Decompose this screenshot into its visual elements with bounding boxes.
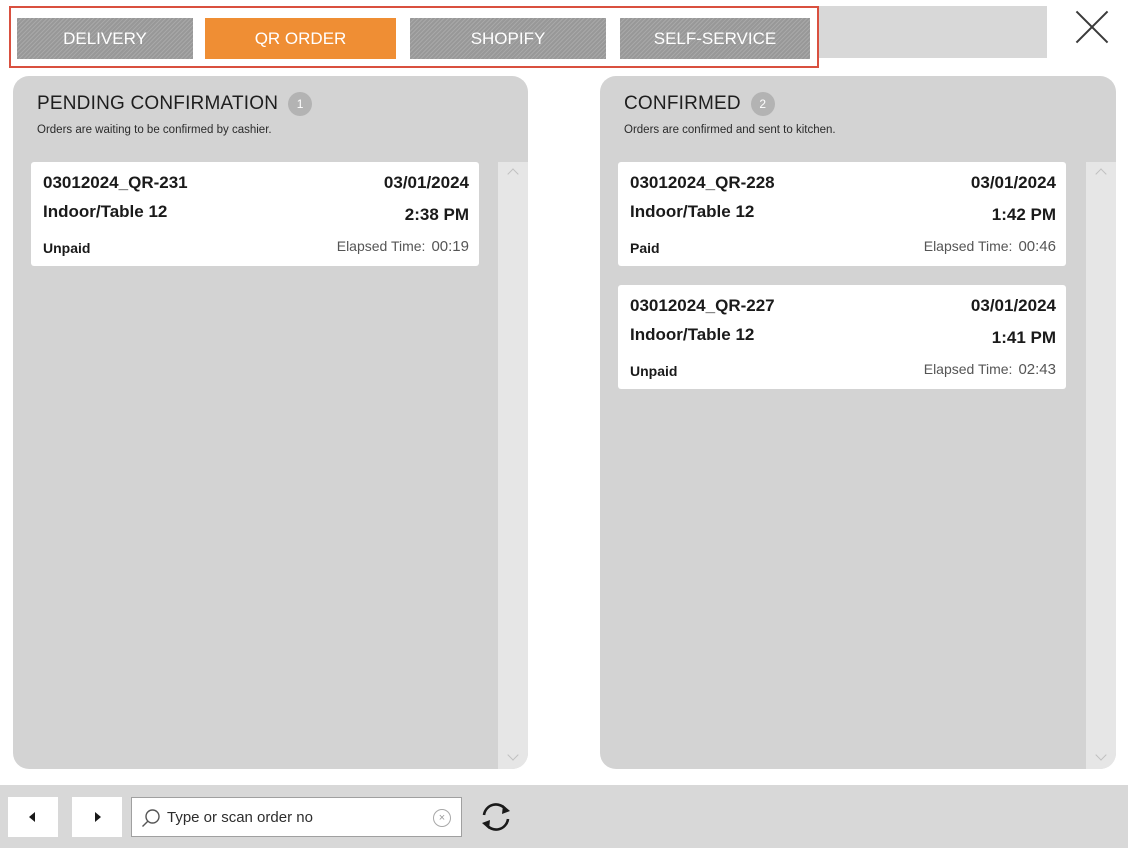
scroll-down-icon[interactable] — [507, 749, 519, 761]
elapsed-label: Elapsed Time: — [336, 238, 426, 254]
tab-delivery-label: DELIVERY — [63, 28, 147, 48]
order-number: 03012024_QR-231 — [43, 173, 188, 192]
order-card[interactable]: 03012024_QR-231 03/01/2024 Indoor/Table … — [31, 162, 479, 266]
bottom-bar: × — [0, 785, 1128, 848]
top-bar: DELIVERY QR ORDER SHOPIFY SELF-SERVICE — [0, 0, 1128, 70]
tab-self-service[interactable]: SELF-SERVICE — [620, 18, 810, 59]
elapsed-value: 02:43 — [1018, 361, 1056, 378]
topbar-filler — [819, 6, 1047, 58]
pending-count-badge: 1 — [288, 92, 313, 116]
order-time: 1:42 PM — [991, 205, 1056, 224]
confirmed-title-text: CONFIRMED — [624, 93, 741, 114]
order-date: 03/01/2024 — [383, 173, 469, 192]
search-input[interactable] — [167, 803, 417, 831]
order-card[interactable]: 03012024_QR-227 03/01/2024 Indoor/Table … — [618, 285, 1066, 389]
refresh-icon[interactable] — [478, 801, 514, 833]
payment-status: Paid — [630, 240, 660, 256]
confirmed-count-badge: 2 — [750, 92, 775, 116]
order-time: 2:38 PM — [404, 205, 469, 224]
clear-icon[interactable]: × — [433, 809, 451, 827]
pending-title: PENDING CONFIRMATION 1 — [37, 92, 313, 116]
elapsed-value: 00:19 — [431, 238, 469, 255]
order-date: 03/01/2024 — [970, 296, 1056, 315]
scroll-up-icon[interactable] — [1095, 168, 1107, 180]
elapsed-label: Elapsed Time: — [923, 238, 1013, 254]
caret-left-icon — [29, 812, 35, 822]
elapsed-time: Elapsed Time: 00:19 — [337, 238, 469, 255]
confirmed-panel: CONFIRMED 2 Orders are confirmed and sen… — [600, 76, 1116, 769]
order-card[interactable]: 03012024_QR-228 03/01/2024 Indoor/Table … — [618, 162, 1066, 266]
search-icon — [142, 809, 160, 827]
scroll-down-icon[interactable] — [1095, 749, 1107, 761]
payment-status: Unpaid — [630, 363, 678, 379]
elapsed-value: 00:46 — [1018, 238, 1056, 255]
pending-confirmation-panel: PENDING CONFIRMATION 1 Orders are waitin… — [13, 76, 528, 769]
pending-title-text: PENDING CONFIRMATION — [37, 93, 279, 114]
pending-subtitle: Orders are waiting to be confirmed by ca… — [37, 124, 272, 136]
caret-right-icon — [95, 812, 101, 822]
next-button[interactable] — [72, 797, 122, 837]
tab-qr-order[interactable]: QR ORDER — [205, 18, 396, 59]
tab-shopify[interactable]: SHOPIFY — [410, 18, 606, 59]
order-search-box[interactable]: × — [131, 797, 462, 837]
previous-button[interactable] — [8, 797, 58, 837]
tab-delivery[interactable]: DELIVERY — [17, 18, 193, 59]
confirmed-subtitle: Orders are confirmed and sent to kitchen… — [624, 124, 836, 136]
tab-self-service-label: SELF-SERVICE — [653, 28, 777, 48]
confirmed-title: CONFIRMED 2 — [624, 92, 775, 116]
order-time: 1:41 PM — [991, 328, 1056, 347]
elapsed-label: Elapsed Time: — [923, 361, 1013, 377]
order-table: Indoor/Table 12 — [630, 202, 755, 221]
elapsed-time: Elapsed Time: 00:46 — [924, 238, 1056, 255]
close-icon[interactable] — [1047, 0, 1128, 58]
order-date: 03/01/2024 — [970, 173, 1056, 192]
order-table: Indoor/Table 12 — [43, 202, 168, 221]
tab-qr-order-label: QR ORDER — [254, 28, 347, 48]
confirmed-scrollbar[interactable] — [1086, 162, 1116, 769]
tab-shopify-label: SHOPIFY — [470, 28, 546, 48]
pending-scrollbar[interactable] — [498, 162, 528, 769]
payment-status: Unpaid — [43, 240, 91, 256]
scroll-up-icon[interactable] — [507, 168, 519, 180]
channel-tabs: DELIVERY QR ORDER SHOPIFY SELF-SERVICE — [9, 6, 819, 68]
order-table: Indoor/Table 12 — [630, 325, 755, 344]
order-number: 03012024_QR-227 — [630, 296, 775, 315]
elapsed-time: Elapsed Time: 02:43 — [924, 361, 1056, 378]
order-number: 03012024_QR-228 — [630, 173, 775, 192]
